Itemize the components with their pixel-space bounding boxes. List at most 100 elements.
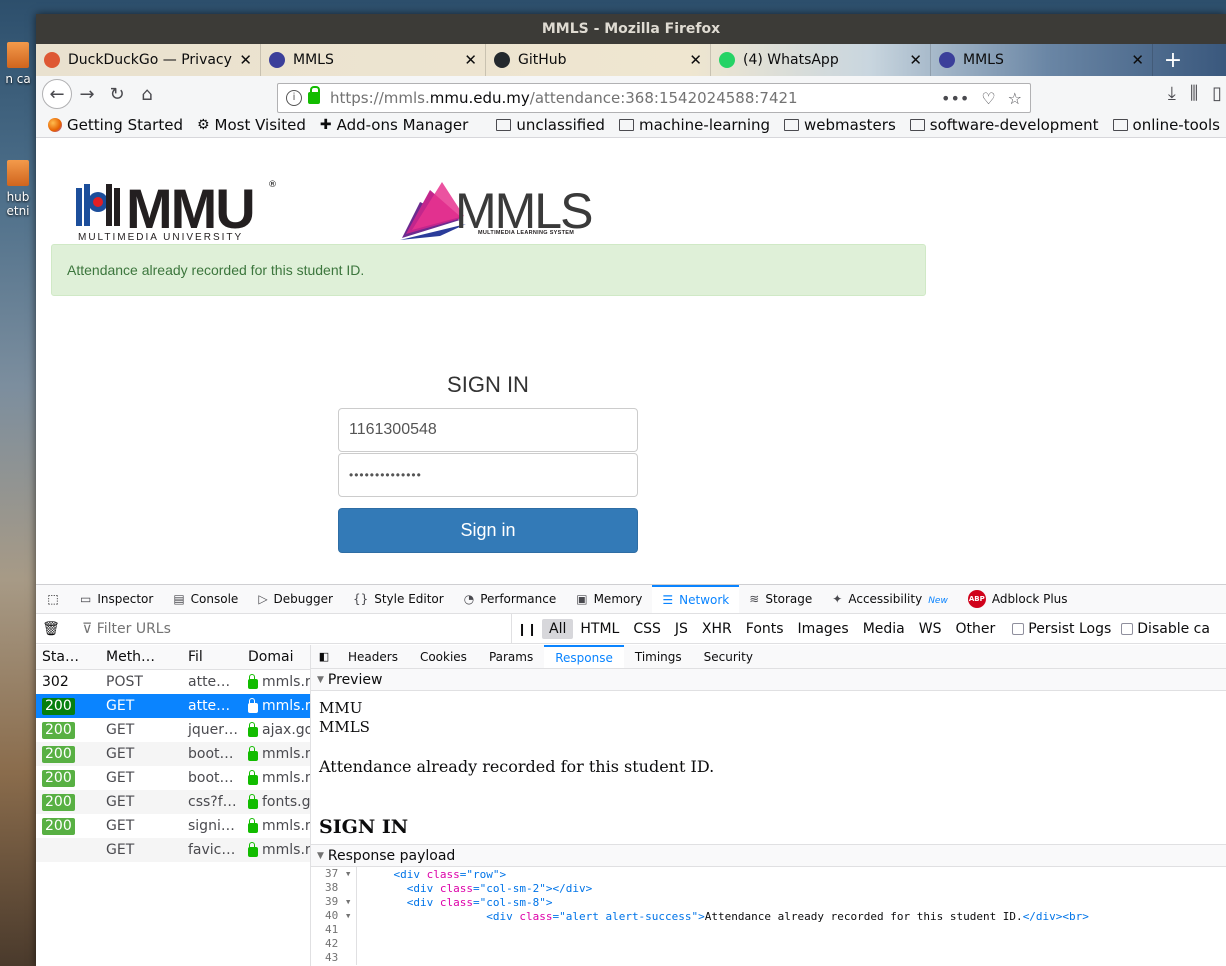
request-row-selected[interactable]: 200 GET atte… mmls.r <box>36 694 310 718</box>
info-icon[interactable]: i <box>286 90 302 106</box>
column-method[interactable]: Meth… <box>96 649 184 665</box>
tab-performance[interactable]: ◔ Performance <box>454 585 567 613</box>
trash-icon[interactable]: 🗑 <box>36 621 66 637</box>
sidebar-icon[interactable]: ▯ <box>1212 83 1222 104</box>
checkbox[interactable] <box>1012 622 1025 635</box>
tab-memory[interactable]: ▣ Memory <box>566 585 652 613</box>
password-input[interactable]: •••••••••••••• <box>338 453 638 497</box>
student-id-input[interactable]: 1161300548 <box>338 408 638 452</box>
close-icon[interactable]: ✕ <box>909 51 922 69</box>
home-button[interactable]: ⌂ <box>132 79 162 109</box>
request-row[interactable]: 200 GET boot… mmls.n <box>36 742 310 766</box>
request-row[interactable]: 200 GET jquer… ajax.go <box>36 718 310 742</box>
close-icon[interactable]: ✕ <box>1131 51 1144 69</box>
toggle-panel-button[interactable]: ◧ <box>311 645 337 668</box>
close-icon[interactable]: ✕ <box>464 51 477 69</box>
domain-text: fonts.g <box>262 794 310 810</box>
filter-ws[interactable]: WS <box>912 619 949 639</box>
tab-whatsapp[interactable]: (4) WhatsApp ✕ <box>711 44 931 76</box>
column-status[interactable]: Sta… <box>36 649 96 665</box>
bookmark-folder-software-development[interactable]: software-development <box>909 116 1099 134</box>
request-row[interactable]: 200 GET signi… mmls.n <box>36 814 310 838</box>
tab-params[interactable]: Params <box>478 645 544 668</box>
signin-button[interactable]: Sign in <box>338 508 638 553</box>
bookmark-most-visited[interactable]: ⚙ Most Visited <box>197 116 306 134</box>
tab-console[interactable]: ▤ Console <box>163 585 248 613</box>
close-icon[interactable]: ✕ <box>689 51 702 69</box>
desktop-icon-file[interactable]: n ca <box>0 42 36 86</box>
filter-images[interactable]: Images <box>791 619 856 639</box>
filter-fonts[interactable]: Fonts <box>739 619 791 639</box>
tab-storage[interactable]: ≋ Storage <box>739 585 822 613</box>
bookmark-addons-manager[interactable]: ✚ Add-ons Manager <box>320 116 468 134</box>
library-icon[interactable]: ⫼ <box>1190 83 1198 104</box>
close-icon[interactable]: ✕ <box>239 51 252 69</box>
bookmark-folder-unclassified[interactable]: unclassified <box>496 116 605 134</box>
folder-icon <box>496 118 512 131</box>
url-path: /attendance:368:1542024588:7421 <box>529 89 798 107</box>
checkbox[interactable] <box>1121 622 1134 635</box>
persist-logs-checkbox[interactable]: Persist Logs <box>1012 621 1111 637</box>
tab-debugger[interactable]: ▷ Debugger <box>248 585 343 613</box>
mmls-icon <box>939 52 955 68</box>
tab-github[interactable]: GitHub ✕ <box>486 44 711 76</box>
preview-section-header[interactable]: ▼ Preview <box>311 669 1226 691</box>
pocket-icon[interactable]: ♡ <box>981 89 995 108</box>
url-text[interactable]: https://mmls.mmu.edu.my/attendance:368:1… <box>330 89 941 107</box>
filter-media[interactable]: Media <box>856 619 912 639</box>
bookmark-star-icon[interactable]: ☆ <box>1008 89 1022 108</box>
download-icon[interactable]: ⤓ <box>1168 83 1176 104</box>
tab-label: Debugger <box>273 592 333 606</box>
page-actions-icon[interactable]: ••• <box>941 89 969 108</box>
tab-cookies[interactable]: Cookies <box>409 645 478 668</box>
forward-button[interactable]: → <box>72 79 102 109</box>
tab-network[interactable]: ☰ Network <box>652 585 740 613</box>
element-picker-button[interactable]: ⬚ <box>36 585 70 613</box>
request-row[interactable]: 302 POST atte… mmls.r <box>36 670 310 694</box>
reload-button[interactable]: ↻ <box>102 79 132 109</box>
desktop-icon-file-2[interactable]: hub etni <box>0 160 36 218</box>
line-number-text: 39 <box>325 895 339 908</box>
fold-icon[interactable]: ▾ <box>345 909 352 922</box>
tab-adblock-plus[interactable]: ABP Adblock Plus <box>958 585 1078 613</box>
filter-js[interactable]: JS <box>668 619 695 639</box>
fold-icon[interactable]: ▾ <box>345 895 352 908</box>
tab-accessibility[interactable]: ✦ Accessibility New <box>822 585 958 613</box>
bookmark-folder-online-tools[interactable]: online-tools <box>1112 116 1220 134</box>
tab-inspector[interactable]: ▭ Inspector <box>70 585 163 613</box>
column-domain[interactable]: Domai <box>244 649 310 665</box>
column-file[interactable]: Fil <box>184 649 244 665</box>
request-row[interactable]: 200 GET boot… mmls.n <box>36 766 310 790</box>
home-icon: ⌂ <box>141 83 153 105</box>
url-bar[interactable]: i https://mmls.mmu.edu.my/attendance:368… <box>277 83 1031 113</box>
filter-html[interactable]: HTML <box>573 619 626 639</box>
tab-duckduckgo[interactable]: DuckDuckGo — Privacy, ✕ <box>36 44 261 76</box>
filter-urls-input[interactable]: ⊽ Filter URLs <box>66 614 512 643</box>
tab-style-editor[interactable]: {} Style Editor <box>343 585 454 613</box>
filter-css[interactable]: CSS <box>626 619 668 639</box>
pause-icon[interactable]: ❙❙ <box>512 622 542 636</box>
tab-security[interactable]: Security <box>693 645 764 668</box>
code-token: > <box>698 909 705 923</box>
request-row[interactable]: GET favic… mmls.n <box>36 838 310 862</box>
tab-mmls[interactable]: MMLS ✕ <box>261 44 486 76</box>
bookmark-folder-machine-learning[interactable]: machine-learning <box>618 116 770 134</box>
payload-section-header[interactable]: ▼ Response payload <box>311 845 1226 867</box>
tab-timings[interactable]: Timings <box>624 645 693 668</box>
filter-xhr[interactable]: XHR <box>695 619 739 639</box>
back-button[interactable]: ← <box>42 79 72 109</box>
code-token: ="alert alert-success" <box>552 909 699 923</box>
disable-cache-checkbox[interactable]: Disable ca <box>1121 621 1210 637</box>
request-row[interactable]: 200 GET css?f… fonts.g <box>36 790 310 814</box>
bookmark-folder-webmasters[interactable]: webmasters <box>784 116 896 134</box>
bookmark-getting-started[interactable]: Getting Started <box>48 116 183 134</box>
tab-response[interactable]: Response <box>544 645 624 668</box>
lock-icon[interactable] <box>308 86 320 104</box>
new-tab-button[interactable]: + <box>1153 44 1193 76</box>
filter-all[interactable]: All <box>542 618 574 639</box>
code-token: class <box>519 909 553 923</box>
tab-headers[interactable]: Headers <box>337 645 409 668</box>
tab-mmls-active[interactable]: MMLS ✕ <box>931 44 1153 76</box>
fold-icon[interactable]: ▾ <box>345 867 352 880</box>
filter-other[interactable]: Other <box>948 619 1002 639</box>
